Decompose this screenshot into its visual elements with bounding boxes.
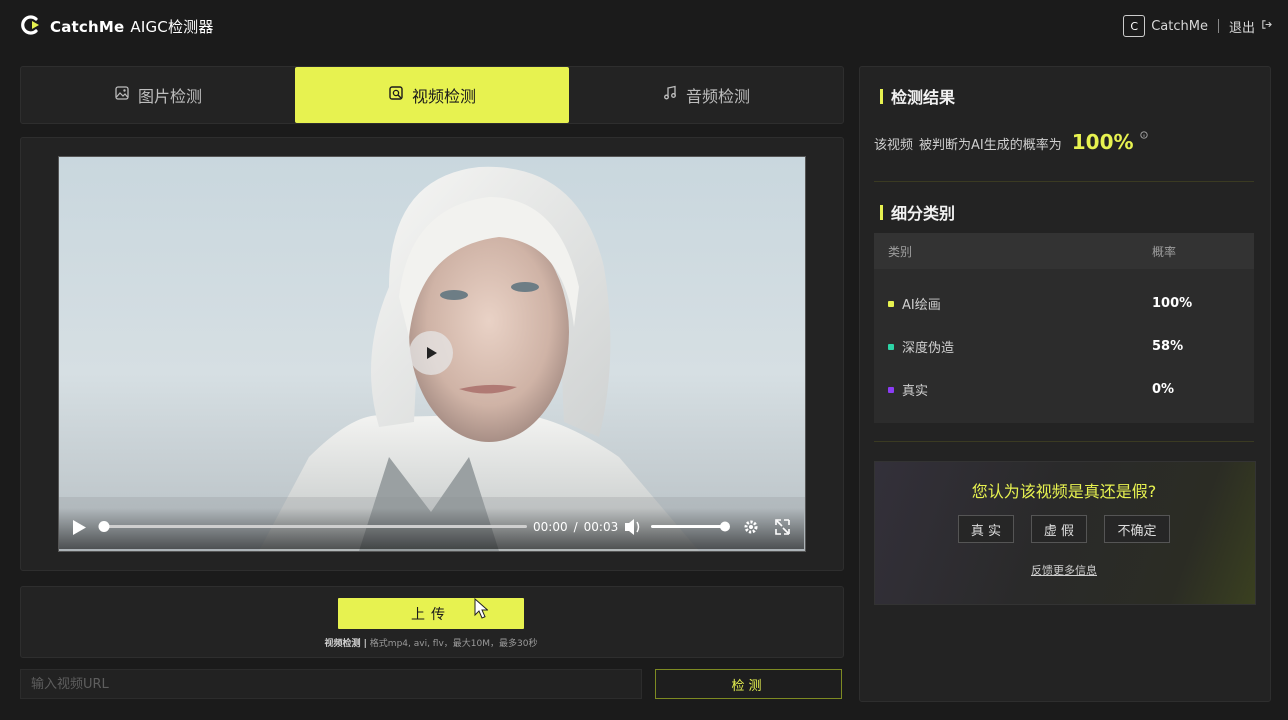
section-accent-bar bbox=[880, 88, 883, 104]
current-time: 00:00 bbox=[533, 520, 568, 534]
breakdown-title: 细分类别 bbox=[891, 204, 956, 223]
result-title: 检测结果 bbox=[891, 88, 956, 107]
video-url-input[interactable] bbox=[20, 669, 642, 699]
user-area: C CatchMe 退出 bbox=[1123, 15, 1272, 37]
category-color-dot bbox=[888, 343, 894, 350]
info-circle-icon[interactable] bbox=[1139, 131, 1148, 141]
table-header: 类别 概率 bbox=[874, 233, 1254, 269]
table-row: 深度伪造 58% bbox=[874, 325, 1254, 368]
vote-buttons: 真 实 虚 假 不确定 bbox=[874, 515, 1254, 543]
time-separator: / bbox=[573, 520, 578, 534]
image-icon bbox=[114, 85, 130, 105]
ai-probability: 100% bbox=[1071, 130, 1134, 154]
table-row: AI绘画 100% bbox=[874, 282, 1254, 325]
vote-real-button[interactable]: 真 实 bbox=[958, 515, 1014, 543]
detection-tabs: 图片检测 视频检测 音频检测 bbox=[20, 66, 844, 124]
upload-hint-text: 格式mp4, avi, flv，最大10M，最多30秒 bbox=[366, 639, 538, 649]
section-accent-bar bbox=[880, 204, 883, 220]
breakdown-section-title: 细分类别 bbox=[880, 200, 955, 224]
divider bbox=[874, 181, 1254, 182]
app-name: AIGC检测器 bbox=[130, 18, 214, 36]
result-section-title: 检测结果 bbox=[880, 84, 955, 108]
result-summary: 该视频 被判断为AI生成的概率为 100% bbox=[874, 130, 1148, 154]
brand-title: CatchMe AIGC检测器 bbox=[50, 16, 214, 37]
result-text: 被判断为AI生成的概率为 bbox=[919, 138, 1062, 153]
upload-button[interactable]: 上传 bbox=[338, 598, 524, 629]
duration: 00:03 bbox=[583, 520, 619, 534]
music-note-icon bbox=[662, 85, 678, 105]
volume-icon[interactable] bbox=[625, 519, 640, 535]
tab-label: 视频检测 bbox=[411, 87, 476, 106]
category-label: 真实 bbox=[902, 384, 929, 399]
fullscreen-icon[interactable] bbox=[775, 519, 790, 535]
category-label: AI绘画 bbox=[902, 298, 941, 313]
vote-fake-button[interactable]: 虚 假 bbox=[1031, 515, 1087, 543]
mouse-cursor-icon bbox=[474, 597, 489, 624]
divider bbox=[874, 441, 1254, 442]
play-icon bbox=[427, 347, 437, 359]
result-subject: 该视频 bbox=[874, 138, 914, 153]
video-controls: 00:00 / 00:03 bbox=[59, 508, 804, 549]
upload-hint: 视频检测 | 格式mp4, avi, flv，最大10M，最多30秒 bbox=[20, 636, 842, 649]
col-category: 类别 bbox=[888, 244, 913, 259]
category-color-dot bbox=[888, 386, 894, 393]
brand-name: CatchMe bbox=[50, 18, 125, 36]
category-label: 深度伪造 bbox=[902, 341, 955, 356]
play-icon[interactable] bbox=[73, 520, 86, 535]
play-button-center[interactable] bbox=[409, 331, 453, 375]
category-value: 0% bbox=[1152, 382, 1175, 397]
vote-unsure-button[interactable]: 不确定 bbox=[1104, 515, 1170, 543]
tab-label: 音频检测 bbox=[685, 87, 750, 106]
detect-button[interactable]: 检测 bbox=[655, 669, 842, 699]
breakdown-table: 类别 概率 AI绘画 100% 深度伪造 58% 真实 0% bbox=[874, 233, 1254, 423]
volume-track[interactable] bbox=[651, 525, 725, 528]
avatar[interactable]: C bbox=[1123, 15, 1146, 37]
catchme-logo-icon bbox=[20, 14, 42, 36]
settings-gear-icon[interactable] bbox=[744, 520, 758, 534]
progress-track[interactable] bbox=[103, 525, 527, 528]
tab-image-detection[interactable]: 图片检测 bbox=[21, 67, 295, 123]
table-row: 真实 0% bbox=[874, 368, 1254, 411]
logout-icon[interactable] bbox=[1261, 19, 1272, 34]
volume-knob[interactable] bbox=[720, 521, 730, 532]
upload-hint-label: 视频检测 | bbox=[324, 639, 367, 649]
tab-audio-detection[interactable]: 音频检测 bbox=[569, 67, 843, 123]
user-name[interactable]: CatchMe bbox=[1151, 19, 1208, 34]
vote-question: 您认为该视频是真还是假? bbox=[971, 482, 1157, 501]
progress-knob[interactable] bbox=[98, 521, 110, 532]
col-probability: 概率 bbox=[1152, 244, 1177, 259]
tab-label: 图片检测 bbox=[137, 87, 202, 106]
category-value: 100% bbox=[1152, 296, 1193, 311]
logout-link[interactable]: 退出 bbox=[1229, 17, 1255, 36]
category-color-dot bbox=[888, 300, 894, 307]
tab-video-detection[interactable]: 视频检测 bbox=[295, 67, 569, 123]
divider bbox=[1217, 19, 1219, 33]
video-search-icon bbox=[388, 85, 404, 105]
category-value: 58% bbox=[1152, 339, 1184, 354]
feedback-link[interactable]: 反馈更多信息 bbox=[874, 562, 1254, 578]
